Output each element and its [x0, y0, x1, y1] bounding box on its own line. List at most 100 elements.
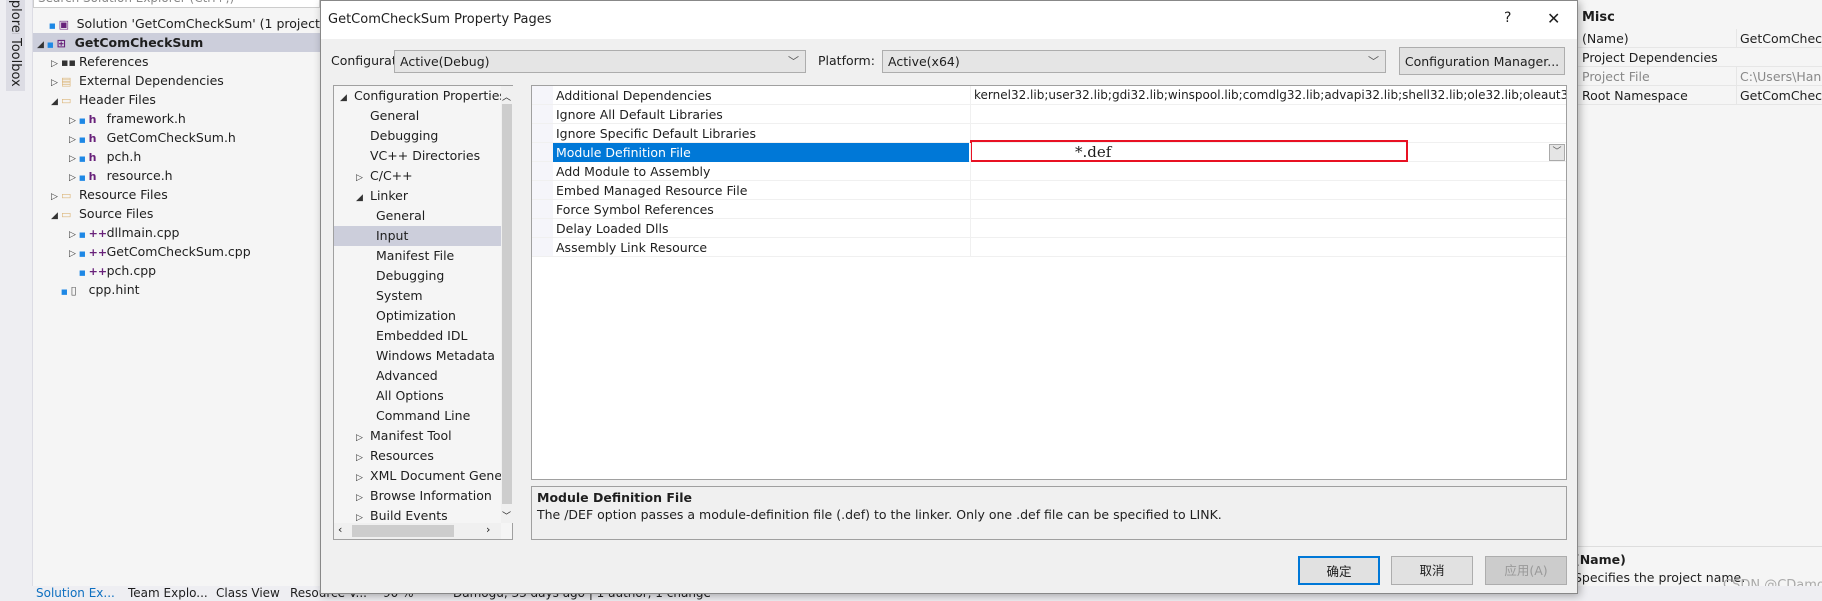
- apply-button[interactable]: 应用(A): [1485, 556, 1567, 585]
- property-row[interactable]: Force Symbol References: [532, 200, 1566, 219]
- expand-arrow-icon[interactable]: ▷: [356, 488, 370, 506]
- scroll-right-icon[interactable]: ›: [486, 523, 490, 536]
- expand-arrow-icon[interactable]: ▷: [356, 168, 370, 186]
- tree-item[interactable]: ■ ▣ Solution 'GetComCheckSum' (1 project): [33, 14, 325, 33]
- property-description-text: Specifies the project name.: [1574, 570, 1746, 585]
- category-item[interactable]: Input: [334, 226, 501, 246]
- category-item[interactable]: Debugging: [334, 126, 501, 146]
- category-item[interactable]: All Options: [334, 386, 501, 406]
- property-value: [970, 219, 1566, 238]
- tab-solution-explorer[interactable]: Solution Ex...: [36, 586, 115, 601]
- tree-item[interactable]: ▷ ■ ++GetComCheckSum.cpp: [33, 242, 320, 261]
- category-label: Command Line: [376, 408, 471, 423]
- tree-item-label: Source Files: [79, 206, 154, 221]
- tree-item[interactable]: ▷ ▭ Resource Files: [33, 185, 320, 204]
- configuration-select[interactable]: Active(Debug) ﹀: [394, 50, 806, 73]
- tab-class-view[interactable]: Class View: [216, 586, 280, 601]
- expand-arrow-icon[interactable]: ▷: [356, 448, 370, 466]
- tree-item[interactable]: ■ ++pch.cpp: [33, 261, 320, 280]
- category-item[interactable]: VC++ Directories: [334, 146, 501, 166]
- expand-arrow-icon[interactable]: ▷: [356, 468, 370, 486]
- tree-item[interactable]: ▷ ■ h GetComCheckSum.h: [33, 128, 320, 147]
- value-dropdown-button[interactable]: ﹀: [1549, 144, 1565, 161]
- cpp-file-icon: ++: [88, 227, 108, 240]
- scroll-up-icon[interactable]: ︿: [502, 90, 511, 103]
- category-label: VC++ Directories: [370, 148, 481, 163]
- lock-icon: ■: [79, 250, 86, 258]
- category-item[interactable]: Embedded IDL: [334, 326, 501, 346]
- category-item[interactable]: ▷ Resources: [334, 446, 501, 466]
- property-row[interactable]: Module Definition File ﹀ *.def: [532, 140, 1566, 162]
- side-tab-toolbox[interactable]: Toolbox: [6, 34, 25, 91]
- category-label: Configuration Properties: [354, 88, 501, 103]
- property-row[interactable]: Embed Managed Resource File: [532, 181, 1566, 200]
- category-item[interactable]: ▷XML Document Generator: [334, 466, 501, 486]
- property-row[interactable]: Project File C:\Users\Han D: [1578, 67, 1822, 86]
- solution-explorer: Search Solution Explorer (Ctrl+;) ■▣Solu…: [33, 0, 325, 601]
- dialog-title: GetComCheckSum Property Pages: [328, 12, 552, 27]
- tree-item[interactable]: ■ ▯ cpp.hint: [33, 280, 320, 299]
- category-item[interactable]: ▷ Manifest Tool: [334, 426, 501, 446]
- property-value[interactable]: *.def: [970, 143, 1390, 162]
- tree-item[interactable]: ◢ ▭ Header Files: [33, 90, 320, 109]
- tree-item[interactable]: ▷ ■ ++dllmain.cpp: [33, 223, 320, 242]
- configuration-manager-button[interactable]: Configuration Manager...: [1399, 47, 1565, 75]
- ok-button[interactable]: 确定: [1298, 556, 1380, 585]
- category-item[interactable]: Manifest File: [334, 246, 501, 266]
- tree-item[interactable]: ▷ ■ h framework.h: [33, 109, 320, 128]
- solution-search-input[interactable]: Search Solution Explorer (Ctrl+;): [33, 0, 320, 8]
- property-name: Additional Dependencies: [556, 88, 712, 103]
- property-value: [970, 238, 1566, 257]
- tree-item[interactable]: ◢ ▭ Source Files: [33, 204, 320, 223]
- scrollbar-thumb[interactable]: [502, 104, 512, 504]
- category-item[interactable]: ▷ C/C++: [334, 166, 501, 186]
- property-name: Delay Loaded Dlls: [556, 221, 669, 236]
- cancel-button[interactable]: 取消: [1391, 556, 1473, 585]
- category-item[interactable]: ▷ Browse Information: [334, 486, 501, 506]
- description-title: Module Definition File: [537, 490, 692, 505]
- tree-item[interactable]: ▷ ▪▪ References: [33, 52, 320, 71]
- scrollbar-thumb[interactable]: [352, 525, 454, 537]
- vertical-scrollbar[interactable]: ︿ ﹀: [501, 86, 513, 523]
- property-row[interactable]: (Name) GetComCheckSum: [1578, 29, 1822, 48]
- header-file-icon: h: [88, 113, 97, 126]
- category-item[interactable]: General: [334, 106, 501, 126]
- platform-select[interactable]: Active(x64) ﹀: [882, 50, 1386, 73]
- expand-arrow-icon[interactable]: ◢: [340, 88, 354, 106]
- category-item[interactable]: ◢ Linker: [334, 186, 501, 206]
- property-name: Module Definition File: [553, 143, 969, 162]
- horizontal-scrollbar[interactable]: ‹ ›: [334, 523, 501, 539]
- category-item[interactable]: Windows Metadata: [334, 346, 501, 366]
- property-row[interactable]: Root Namespace GetComCheckSum: [1578, 86, 1822, 105]
- property-row[interactable]: Add Module to Assembly: [532, 162, 1566, 181]
- tree-item[interactable]: ◢ ■ ⊞ GetComCheckSum: [33, 33, 320, 52]
- tree-item[interactable]: ▷ ▤ External Dependencies: [33, 71, 320, 90]
- expand-arrow-icon[interactable]: ▷: [356, 428, 370, 446]
- category-item[interactable]: Optimization: [334, 306, 501, 326]
- category-item[interactable]: Command Line: [334, 406, 501, 426]
- scroll-left-icon[interactable]: ‹: [338, 523, 342, 536]
- category-item[interactable]: Debugging: [334, 266, 501, 286]
- close-button[interactable]: ✕: [1547, 9, 1560, 28]
- expand-arrow-icon[interactable]: ◢: [356, 188, 370, 206]
- category-item[interactable]: General: [334, 206, 501, 226]
- category-item[interactable]: ◢ Configuration Properties: [334, 86, 501, 106]
- category-item[interactable]: System: [334, 286, 501, 306]
- scroll-down-icon[interactable]: ﹀: [502, 509, 511, 522]
- chevron-down-icon: ﹀: [788, 55, 799, 68]
- property-row[interactable]: Assembly Link Resource: [532, 238, 1566, 257]
- misc-section-header: Misc: [1582, 10, 1615, 25]
- lock-icon: ■: [49, 22, 56, 30]
- property-value: [970, 162, 1566, 181]
- property-name: Ignore All Default Libraries: [556, 107, 723, 122]
- tree-item[interactable]: ▷ ■ h resource.h: [33, 166, 320, 185]
- category-item[interactable]: Advanced: [334, 366, 501, 386]
- filter-folder-icon: ▭: [61, 94, 72, 107]
- property-row[interactable]: Delay Loaded Dlls: [532, 219, 1566, 238]
- tree-item[interactable]: ▷ ■ h pch.h: [33, 147, 320, 166]
- property-row[interactable]: Additional Dependencies kernel32.lib;user…: [532, 86, 1566, 105]
- property-row[interactable]: Project Dependencies: [1578, 48, 1822, 67]
- tab-team-explorer[interactable]: Team Explo...: [128, 586, 208, 601]
- property-row[interactable]: Ignore All Default Libraries: [532, 105, 1566, 124]
- help-button[interactable]: ?: [1504, 10, 1511, 26]
